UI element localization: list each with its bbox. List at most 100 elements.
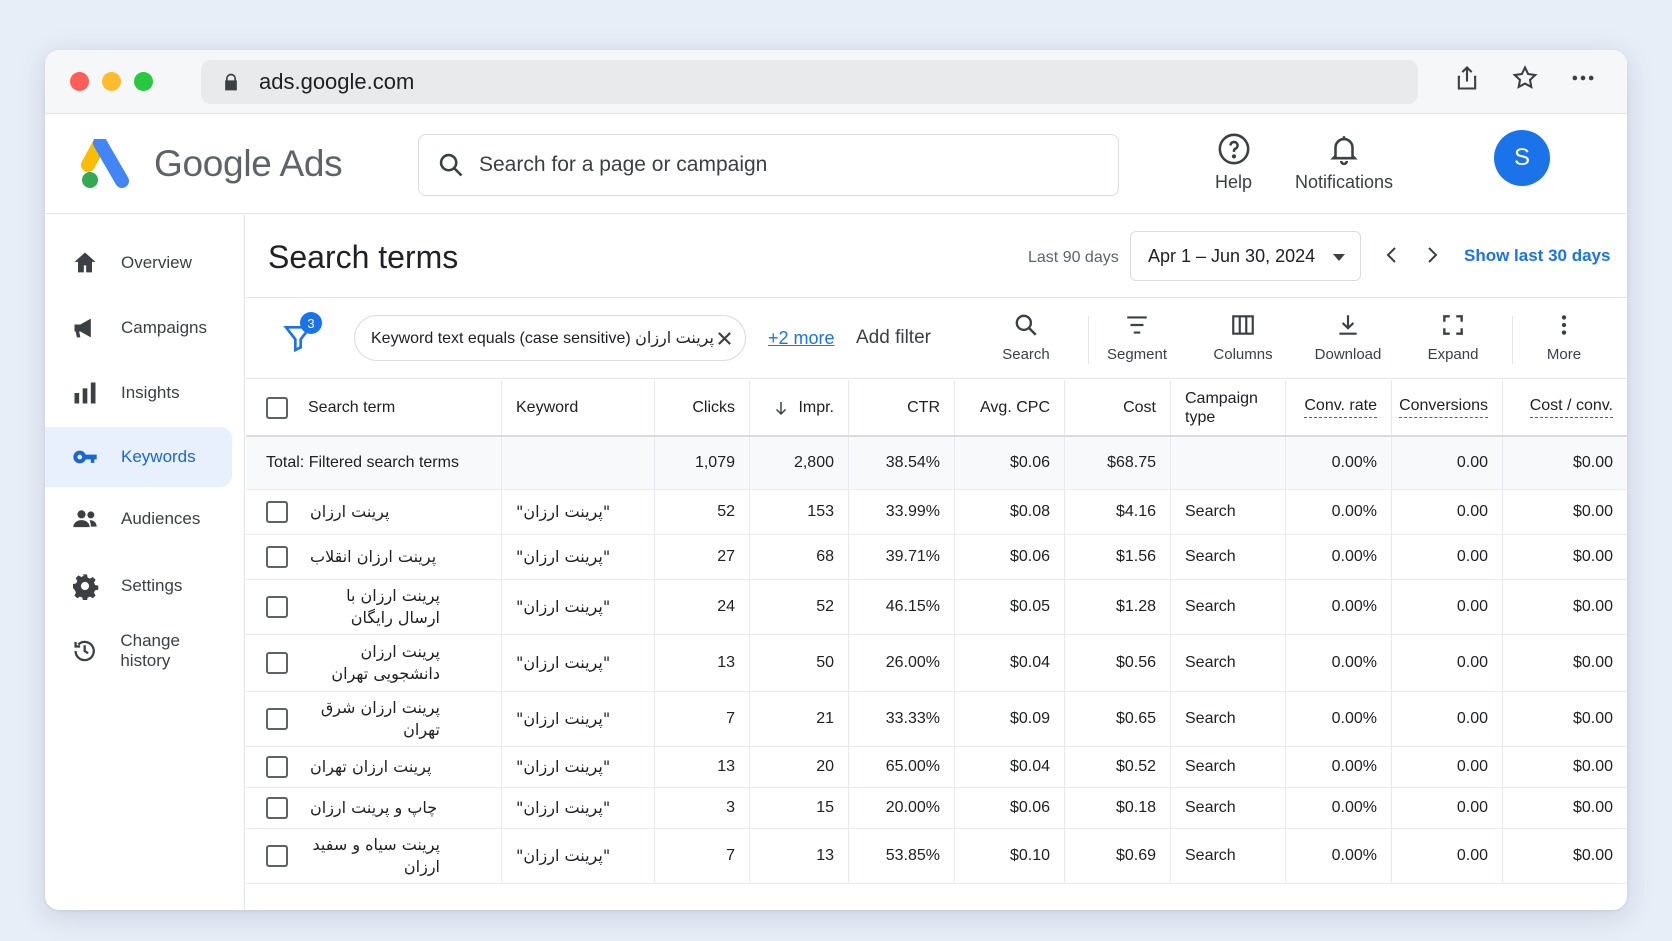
- col-impr[interactable]: Impr.: [750, 380, 849, 435]
- browser-window: ads.google.com Google Ads Help N: [45, 50, 1627, 910]
- columns-button[interactable]: Columns: [1198, 312, 1288, 363]
- close-window-button[interactable]: [70, 72, 89, 91]
- row-checkbox[interactable]: [266, 845, 288, 867]
- filter-chip[interactable]: Keyword text equals (case sensitive) پری…: [354, 315, 746, 361]
- keyword[interactable]: "پرینت ارزان": [516, 756, 610, 778]
- date-range-label: Last 90 days: [1028, 249, 1119, 266]
- sidebar-item-overview[interactable]: Overview: [45, 233, 232, 293]
- star-icon[interactable]: [1511, 64, 1539, 92]
- sidebar-item-change-history[interactable]: Change history: [45, 621, 232, 681]
- col-conversions[interactable]: Conversions: [1392, 380, 1503, 435]
- table-row[interactable]: پرینت ارزان شرق تهران "پرینت ارزان" 7 21…: [246, 692, 1627, 747]
- table-row[interactable]: پرینت ارزان دانشجویی تهران "پرینت ارزان"…: [246, 635, 1627, 692]
- keyword[interactable]: "پرینت ارزان": [516, 596, 610, 618]
- share-icon[interactable]: [1453, 64, 1481, 92]
- table-row[interactable]: پرینت سیاه و سفید ارزان "پرینت ارزان" 7 …: [246, 829, 1627, 884]
- show-last-30-days-link[interactable]: Show last 30 days: [1464, 246, 1610, 266]
- help-label: Help: [1215, 172, 1253, 192]
- close-icon[interactable]: [716, 330, 733, 347]
- google-ads-logo[interactable]: Google Ads: [80, 138, 343, 189]
- address-bar[interactable]: ads.google.com: [201, 60, 1418, 104]
- sidebar-item-campaigns[interactable]: Campaigns: [45, 298, 232, 358]
- avg-cpc-cell: $0.09: [955, 692, 1065, 746]
- expand-button[interactable]: Expand: [1408, 312, 1498, 363]
- search-term[interactable]: پرینت ارزان دانشجویی تهران: [310, 641, 440, 685]
- search-term[interactable]: پرینت ارزان شرق تهران: [310, 697, 440, 741]
- help-button[interactable]: Help: [1215, 132, 1252, 193]
- keyword[interactable]: "پرینت ارزان": [516, 845, 610, 867]
- row-checkbox[interactable]: [266, 708, 288, 730]
- more-button[interactable]: More: [1519, 312, 1609, 363]
- sidebar-item-insights[interactable]: Insights: [45, 363, 232, 423]
- row-checkbox[interactable]: [266, 756, 288, 778]
- row-checkbox[interactable]: [266, 546, 288, 568]
- segment-icon: [1127, 316, 1147, 334]
- row-checkbox[interactable]: [266, 797, 288, 819]
- table-row[interactable]: پرینت ارزان با ارسال رایگان "پرینت ارزان…: [246, 580, 1627, 635]
- search-term[interactable]: پرینت ارزان انقلاب: [310, 546, 436, 568]
- sidebar-item-label: Change history: [120, 631, 180, 670]
- conversions-cell: 0.00: [1392, 829, 1503, 883]
- search-term[interactable]: پرینت ارزان با ارسال رایگان: [310, 585, 440, 629]
- more-filters-link[interactable]: +2 more: [768, 328, 835, 349]
- col-keyword[interactable]: Keyword: [502, 380, 655, 435]
- ctr-cell: 65.00%: [849, 747, 955, 787]
- download-button[interactable]: Download: [1303, 312, 1393, 363]
- date-range-dropdown[interactable]: Apr 1 – Jun 30, 2024: [1130, 231, 1361, 281]
- maximize-window-button[interactable]: [134, 72, 153, 91]
- col-clicks[interactable]: Clicks: [655, 380, 750, 435]
- ctr-cell: 20.00%: [849, 788, 955, 828]
- avatar[interactable]: S: [1494, 130, 1550, 186]
- sidebar-item-audiences[interactable]: Audiences: [45, 489, 232, 549]
- keyword-cell: "پرینت ارزان": [502, 580, 655, 634]
- select-all-checkbox[interactable]: [266, 396, 288, 419]
- search-input[interactable]: [479, 153, 1079, 177]
- keyword[interactable]: "پرینت ارزان": [516, 797, 610, 819]
- conv-rate-cell: 0.00%: [1286, 747, 1392, 787]
- row-checkbox[interactable]: [266, 596, 288, 618]
- col-search-term[interactable]: Search term: [308, 399, 395, 417]
- global-search[interactable]: [418, 134, 1119, 196]
- table-row[interactable]: پرینت ارزان تهران "پرینت ارزان" 13 20 65…: [246, 747, 1627, 788]
- total-campaign-type: [1171, 437, 1286, 489]
- add-filter-button[interactable]: Add filter: [856, 327, 931, 349]
- row-checkbox[interactable]: [266, 501, 288, 523]
- help-icon: [1218, 133, 1249, 165]
- more-horiz-icon[interactable]: [1569, 64, 1597, 92]
- chevron-left-icon[interactable]: [1380, 243, 1404, 267]
- search-term[interactable]: پرینت سیاه و سفید ارزان: [310, 834, 440, 878]
- chevron-right-icon[interactable]: [1420, 243, 1444, 267]
- keyword[interactable]: "پرینت ارزان": [516, 652, 610, 674]
- col-cost[interactable]: Cost: [1065, 380, 1171, 435]
- col-campaign-type[interactable]: Campaign type: [1171, 380, 1286, 435]
- total-cost: $68.75: [1065, 437, 1171, 489]
- clicks-cell: 52: [655, 490, 750, 534]
- app-header: Google Ads Help Notifications: [45, 114, 1627, 214]
- table-row[interactable]: چاپ و پرینت ارزان "پرینت ارزان" 3 15 20.…: [246, 788, 1627, 829]
- search-term[interactable]: چاپ و پرینت ارزان: [310, 797, 437, 819]
- conv-rate-cell: 0.00%: [1286, 490, 1392, 534]
- minimize-window-button[interactable]: [102, 72, 121, 91]
- campaign-type-cell: Search: [1171, 747, 1286, 787]
- search-term[interactable]: پرینت ارزان: [310, 501, 389, 523]
- col-avg-cpc[interactable]: Avg. CPC: [955, 380, 1065, 435]
- total-row: Total: Filtered search terms 1,079 2,800…: [246, 437, 1627, 490]
- segment-button[interactable]: Segment: [1092, 312, 1182, 363]
- sidebar-item-settings[interactable]: Settings: [45, 556, 232, 616]
- notifications-button[interactable]: Notifications: [1295, 132, 1393, 193]
- search-tool-button[interactable]: Search: [981, 312, 1071, 363]
- keyword[interactable]: "پرینت ارزان": [516, 501, 610, 523]
- clicks-cell: 27: [655, 535, 750, 579]
- col-ctr[interactable]: CTR: [849, 380, 955, 435]
- col-cost-conv[interactable]: Cost / conv.: [1503, 380, 1627, 435]
- search-term[interactable]: پرینت ارزان تهران: [310, 756, 431, 778]
- total-cost-conv: $0.00: [1572, 454, 1613, 471]
- table-row[interactable]: پرینت ارزان انقلاب "پرینت ارزان" 27 68 3…: [246, 535, 1627, 580]
- keyword[interactable]: "پرینت ارزان": [516, 708, 610, 730]
- row-checkbox[interactable]: [266, 652, 288, 674]
- sidebar-item-keywords[interactable]: Keywords: [45, 427, 232, 487]
- impr-cell: 15: [750, 788, 849, 828]
- keyword[interactable]: "پرینت ارزان": [516, 546, 610, 568]
- col-conv-rate[interactable]: Conv. rate: [1286, 380, 1392, 435]
- table-row[interactable]: پرینت ارزان "پرینت ارزان" 52 153 33.99% …: [246, 490, 1627, 535]
